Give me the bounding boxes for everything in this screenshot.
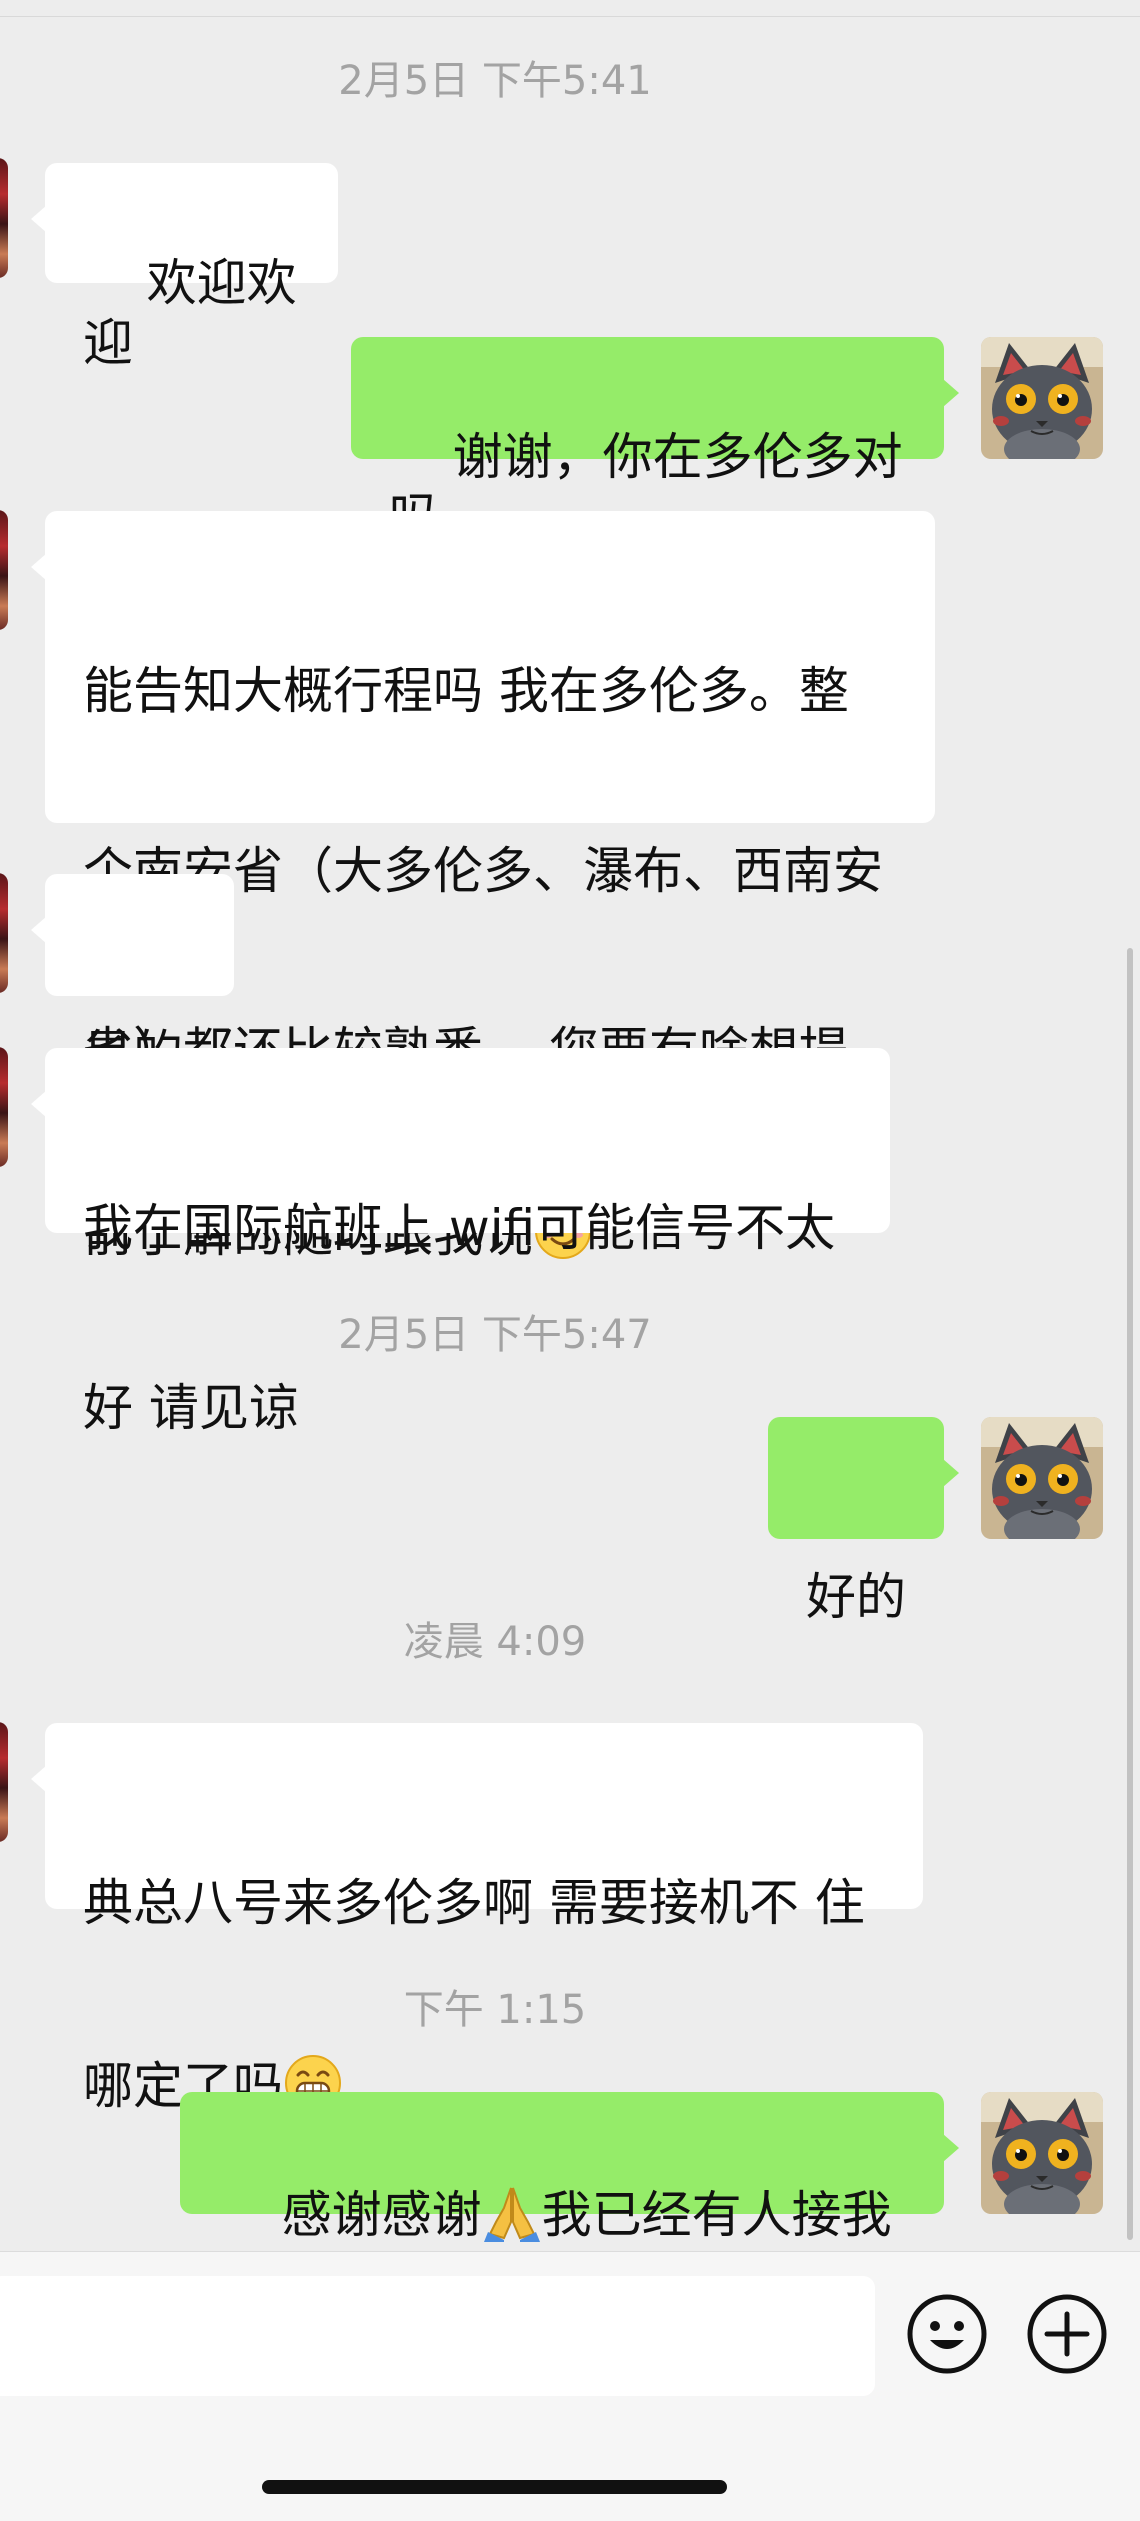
chat-screen: 2月5日 下午5:41 欢迎欢迎 谢谢，你在多伦多对吗 [0, 0, 1140, 2521]
contact-avatar[interactable] [0, 158, 8, 278]
incoming-message-bubble[interactable]: 能告知大概行程吗 我在多伦多。整 个南安省（大多伦多、瀑布、西南安 省）都还比较… [31, 511, 935, 1263]
timestamp: 凌晨 4:09 [403, 1619, 587, 1665]
timestamp: 2月5日 下午5:41 [338, 58, 652, 104]
more-button[interactable] [1025, 2292, 1109, 2376]
cat-avatar-icon [981, 1417, 1103, 1539]
my-avatar[interactable] [981, 1417, 1103, 1539]
message-text-line: 好 请见谅 [83, 1379, 299, 1437]
plus-circle-icon [1027, 2294, 1107, 2374]
contact-avatar[interactable] [0, 873, 8, 993]
incoming-message-bubble[interactable]: 典总八号来多伦多啊 需要接机不 住 哪定了吗 [31, 1723, 923, 2115]
contact-avatar[interactable] [0, 1047, 8, 1167]
header-divider [0, 0, 1140, 17]
outgoing-message-bubble[interactable]: 感谢感谢 我已经有人接我了 [180, 2092, 959, 2304]
timestamp: 2月5日 下午5:47 [338, 1312, 652, 1358]
outgoing-message-bubble[interactable]: 谢谢，你在多伦多对吗 [351, 337, 959, 546]
timestamp: 下午 1:15 [403, 1987, 587, 2033]
message-text: 感谢感谢 [281, 2186, 482, 2244]
message-text: 欢迎欢迎 [83, 254, 297, 372]
folded-hands-emoji [483, 2187, 540, 2242]
incoming-message-bubble[interactable]: 我在国际航班上 wifi可能信号不太 好 请见谅 [31, 1048, 890, 1437]
smiley-face-icon [907, 2294, 987, 2374]
home-indicator [262, 2480, 727, 2494]
chat-scrollbar[interactable] [1127, 948, 1133, 2240]
message-text-line: 我在国际航班上 wifi可能信号不太 [83, 1199, 836, 1257]
my-avatar[interactable] [981, 2092, 1103, 2214]
message-text-line: 能告知大概行程吗 我在多伦多。整 [83, 662, 849, 720]
contact-avatar[interactable] [0, 1722, 8, 1842]
message-text-line: 典总八号来多伦多啊 需要接机不 住 [83, 1874, 865, 1932]
my-avatar[interactable] [981, 337, 1103, 459]
incoming-message-bubble[interactable]: 是的 [31, 874, 234, 1083]
outgoing-message-bubble[interactable]: 好的 [768, 1417, 959, 1626]
input-bar [0, 2251, 1140, 2521]
contact-avatar[interactable] [0, 510, 8, 630]
cat-avatar-icon [981, 337, 1103, 459]
emoji-button[interactable] [905, 2292, 989, 2376]
incoming-message-bubble[interactable]: 欢迎欢迎 [31, 163, 338, 372]
message-input[interactable] [0, 2276, 875, 2396]
cat-avatar-icon [981, 2092, 1103, 2214]
